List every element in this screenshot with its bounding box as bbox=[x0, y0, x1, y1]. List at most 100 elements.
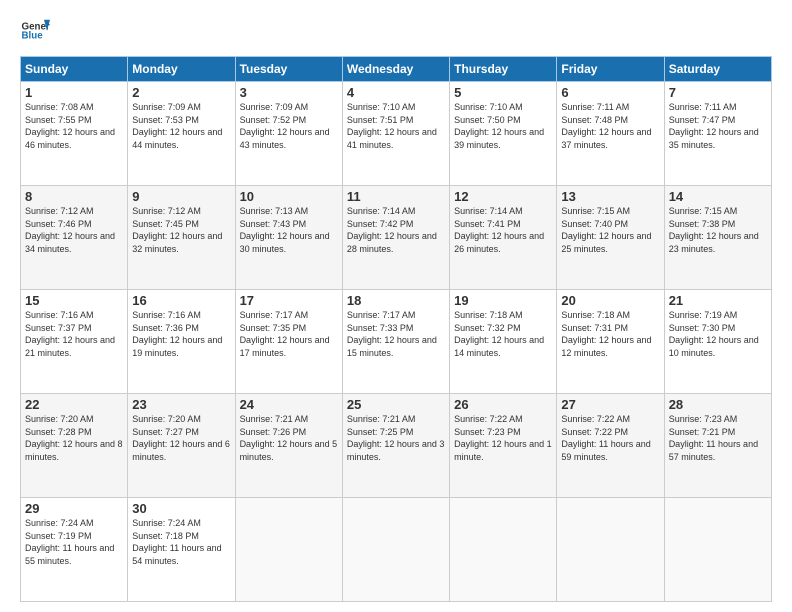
day-info: Sunrise: 7:14 AMSunset: 7:42 PMDaylight:… bbox=[347, 205, 445, 255]
day-header-sunday: Sunday bbox=[21, 57, 128, 82]
calendar-cell bbox=[557, 498, 664, 602]
day-number: 5 bbox=[454, 85, 552, 100]
day-number: 26 bbox=[454, 397, 552, 412]
day-number: 21 bbox=[669, 293, 767, 308]
day-info: Sunrise: 7:18 AMSunset: 7:32 PMDaylight:… bbox=[454, 309, 552, 359]
day-info: Sunrise: 7:13 AMSunset: 7:43 PMDaylight:… bbox=[240, 205, 338, 255]
calendar-cell: 24Sunrise: 7:21 AMSunset: 7:26 PMDayligh… bbox=[235, 394, 342, 498]
day-info: Sunrise: 7:15 AMSunset: 7:38 PMDaylight:… bbox=[669, 205, 767, 255]
day-number: 24 bbox=[240, 397, 338, 412]
day-header-thursday: Thursday bbox=[450, 57, 557, 82]
calendar-cell: 5Sunrise: 7:10 AMSunset: 7:50 PMDaylight… bbox=[450, 82, 557, 186]
calendar-cell bbox=[342, 498, 449, 602]
day-number: 9 bbox=[132, 189, 230, 204]
day-number: 7 bbox=[669, 85, 767, 100]
day-number: 3 bbox=[240, 85, 338, 100]
day-info: Sunrise: 7:22 AMSunset: 7:22 PMDaylight:… bbox=[561, 413, 659, 463]
day-number: 17 bbox=[240, 293, 338, 308]
day-info: Sunrise: 7:16 AMSunset: 7:37 PMDaylight:… bbox=[25, 309, 123, 359]
day-info: Sunrise: 7:11 AMSunset: 7:48 PMDaylight:… bbox=[561, 101, 659, 151]
day-number: 2 bbox=[132, 85, 230, 100]
day-info: Sunrise: 7:21 AMSunset: 7:25 PMDaylight:… bbox=[347, 413, 445, 463]
day-info: Sunrise: 7:08 AMSunset: 7:55 PMDaylight:… bbox=[25, 101, 123, 151]
day-header-monday: Monday bbox=[128, 57, 235, 82]
calendar: SundayMondayTuesdayWednesdayThursdayFrid… bbox=[20, 56, 772, 602]
day-header-tuesday: Tuesday bbox=[235, 57, 342, 82]
day-info: Sunrise: 7:12 AMSunset: 7:45 PMDaylight:… bbox=[132, 205, 230, 255]
day-number: 28 bbox=[669, 397, 767, 412]
day-info: Sunrise: 7:09 AMSunset: 7:53 PMDaylight:… bbox=[132, 101, 230, 151]
day-number: 1 bbox=[25, 85, 123, 100]
day-number: 8 bbox=[25, 189, 123, 204]
calendar-cell: 7Sunrise: 7:11 AMSunset: 7:47 PMDaylight… bbox=[664, 82, 771, 186]
day-number: 25 bbox=[347, 397, 445, 412]
calendar-cell: 11Sunrise: 7:14 AMSunset: 7:42 PMDayligh… bbox=[342, 186, 449, 290]
day-info: Sunrise: 7:09 AMSunset: 7:52 PMDaylight:… bbox=[240, 101, 338, 151]
calendar-cell bbox=[235, 498, 342, 602]
day-number: 16 bbox=[132, 293, 230, 308]
calendar-cell: 8Sunrise: 7:12 AMSunset: 7:46 PMDaylight… bbox=[21, 186, 128, 290]
calendar-cell: 25Sunrise: 7:21 AMSunset: 7:25 PMDayligh… bbox=[342, 394, 449, 498]
calendar-cell: 16Sunrise: 7:16 AMSunset: 7:36 PMDayligh… bbox=[128, 290, 235, 394]
day-number: 12 bbox=[454, 189, 552, 204]
day-info: Sunrise: 7:12 AMSunset: 7:46 PMDaylight:… bbox=[25, 205, 123, 255]
day-header-saturday: Saturday bbox=[664, 57, 771, 82]
day-info: Sunrise: 7:21 AMSunset: 7:26 PMDaylight:… bbox=[240, 413, 338, 463]
logo: General Blue bbox=[20, 16, 50, 46]
day-header-wednesday: Wednesday bbox=[342, 57, 449, 82]
calendar-cell: 14Sunrise: 7:15 AMSunset: 7:38 PMDayligh… bbox=[664, 186, 771, 290]
calendar-cell: 17Sunrise: 7:17 AMSunset: 7:35 PMDayligh… bbox=[235, 290, 342, 394]
day-info: Sunrise: 7:16 AMSunset: 7:36 PMDaylight:… bbox=[132, 309, 230, 359]
day-info: Sunrise: 7:20 AMSunset: 7:27 PMDaylight:… bbox=[132, 413, 230, 463]
calendar-cell: 23Sunrise: 7:20 AMSunset: 7:27 PMDayligh… bbox=[128, 394, 235, 498]
day-number: 4 bbox=[347, 85, 445, 100]
day-number: 13 bbox=[561, 189, 659, 204]
calendar-cell: 10Sunrise: 7:13 AMSunset: 7:43 PMDayligh… bbox=[235, 186, 342, 290]
day-number: 11 bbox=[347, 189, 445, 204]
calendar-cell: 21Sunrise: 7:19 AMSunset: 7:30 PMDayligh… bbox=[664, 290, 771, 394]
calendar-cell: 2Sunrise: 7:09 AMSunset: 7:53 PMDaylight… bbox=[128, 82, 235, 186]
calendar-cell: 12Sunrise: 7:14 AMSunset: 7:41 PMDayligh… bbox=[450, 186, 557, 290]
calendar-cell: 26Sunrise: 7:22 AMSunset: 7:23 PMDayligh… bbox=[450, 394, 557, 498]
day-number: 10 bbox=[240, 189, 338, 204]
day-number: 27 bbox=[561, 397, 659, 412]
calendar-cell: 18Sunrise: 7:17 AMSunset: 7:33 PMDayligh… bbox=[342, 290, 449, 394]
day-header-friday: Friday bbox=[557, 57, 664, 82]
day-number: 20 bbox=[561, 293, 659, 308]
day-info: Sunrise: 7:15 AMSunset: 7:40 PMDaylight:… bbox=[561, 205, 659, 255]
day-number: 30 bbox=[132, 501, 230, 516]
svg-text:Blue: Blue bbox=[22, 31, 44, 42]
day-info: Sunrise: 7:11 AMSunset: 7:47 PMDaylight:… bbox=[669, 101, 767, 151]
day-info: Sunrise: 7:24 AMSunset: 7:19 PMDaylight:… bbox=[25, 517, 123, 567]
day-info: Sunrise: 7:22 AMSunset: 7:23 PMDaylight:… bbox=[454, 413, 552, 463]
calendar-cell: 6Sunrise: 7:11 AMSunset: 7:48 PMDaylight… bbox=[557, 82, 664, 186]
day-number: 29 bbox=[25, 501, 123, 516]
day-info: Sunrise: 7:10 AMSunset: 7:51 PMDaylight:… bbox=[347, 101, 445, 151]
day-number: 15 bbox=[25, 293, 123, 308]
day-number: 6 bbox=[561, 85, 659, 100]
day-info: Sunrise: 7:17 AMSunset: 7:33 PMDaylight:… bbox=[347, 309, 445, 359]
day-number: 19 bbox=[454, 293, 552, 308]
calendar-cell: 9Sunrise: 7:12 AMSunset: 7:45 PMDaylight… bbox=[128, 186, 235, 290]
calendar-cell: 22Sunrise: 7:20 AMSunset: 7:28 PMDayligh… bbox=[21, 394, 128, 498]
calendar-cell: 20Sunrise: 7:18 AMSunset: 7:31 PMDayligh… bbox=[557, 290, 664, 394]
day-number: 22 bbox=[25, 397, 123, 412]
day-info: Sunrise: 7:23 AMSunset: 7:21 PMDaylight:… bbox=[669, 413, 767, 463]
calendar-cell: 19Sunrise: 7:18 AMSunset: 7:32 PMDayligh… bbox=[450, 290, 557, 394]
calendar-cell: 28Sunrise: 7:23 AMSunset: 7:21 PMDayligh… bbox=[664, 394, 771, 498]
day-info: Sunrise: 7:19 AMSunset: 7:30 PMDaylight:… bbox=[669, 309, 767, 359]
day-number: 18 bbox=[347, 293, 445, 308]
day-info: Sunrise: 7:24 AMSunset: 7:18 PMDaylight:… bbox=[132, 517, 230, 567]
day-info: Sunrise: 7:18 AMSunset: 7:31 PMDaylight:… bbox=[561, 309, 659, 359]
day-number: 14 bbox=[669, 189, 767, 204]
day-info: Sunrise: 7:10 AMSunset: 7:50 PMDaylight:… bbox=[454, 101, 552, 151]
calendar-cell: 4Sunrise: 7:10 AMSunset: 7:51 PMDaylight… bbox=[342, 82, 449, 186]
calendar-cell: 15Sunrise: 7:16 AMSunset: 7:37 PMDayligh… bbox=[21, 290, 128, 394]
day-info: Sunrise: 7:20 AMSunset: 7:28 PMDaylight:… bbox=[25, 413, 123, 463]
calendar-cell: 1Sunrise: 7:08 AMSunset: 7:55 PMDaylight… bbox=[21, 82, 128, 186]
calendar-cell: 29Sunrise: 7:24 AMSunset: 7:19 PMDayligh… bbox=[21, 498, 128, 602]
calendar-cell: 13Sunrise: 7:15 AMSunset: 7:40 PMDayligh… bbox=[557, 186, 664, 290]
calendar-cell: 27Sunrise: 7:22 AMSunset: 7:22 PMDayligh… bbox=[557, 394, 664, 498]
day-info: Sunrise: 7:14 AMSunset: 7:41 PMDaylight:… bbox=[454, 205, 552, 255]
calendar-cell bbox=[450, 498, 557, 602]
